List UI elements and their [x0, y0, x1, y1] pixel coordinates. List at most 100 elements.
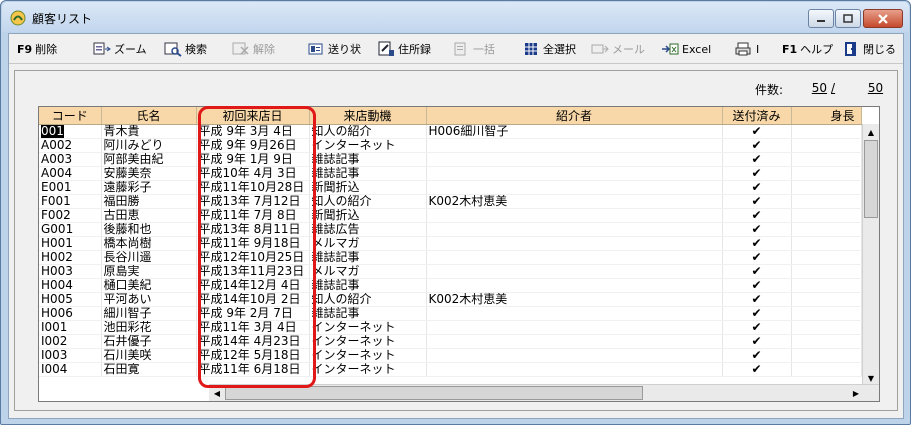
- customer-grid[interactable]: コード 氏名 初回来店日 来店動機 紹介者 送付済み 身長 001 青木貴 平成 9…: [38, 106, 880, 402]
- cell-height: [791, 320, 862, 335]
- cell-sent: ✔: [722, 334, 792, 349]
- horizontal-scrollbar[interactable]: ◀ ▶: [209, 384, 879, 401]
- cell-sent: ✔: [722, 180, 792, 195]
- table-row[interactable]: I003 石川美咲 平成12年 5月18日 インターネット ✔: [39, 348, 862, 363]
- batch-icon: [454, 42, 466, 56]
- title-bar[interactable]: 顧客リスト: [2, 2, 909, 32]
- close-window-button[interactable]: [863, 9, 903, 28]
- cell-referrer: [426, 166, 723, 181]
- table-row[interactable]: H004 樋口美紀 平成14年12月 4日 雑誌記事 ✔: [39, 278, 862, 293]
- close-form-label: 閉じる: [863, 43, 896, 56]
- search-button[interactable]: 検索: [164, 40, 207, 58]
- zoom-button[interactable]: ズーム: [93, 40, 147, 58]
- vertical-scrollbar[interactable]: ▲ ▼: [862, 124, 879, 386]
- cell-height: [791, 124, 862, 139]
- table-row[interactable]: H002 長谷川遥 平成12年10月25日 雑誌記事 ✔: [39, 250, 862, 265]
- cell-sent: ✔: [722, 124, 792, 139]
- delete-button[interactable]: F9 削除: [17, 40, 57, 58]
- excel-label: Excel: [682, 42, 712, 56]
- cell-first-visit: 平成14年12月 4日: [196, 278, 310, 293]
- column-header-code[interactable]: コード: [39, 107, 102, 125]
- cell-name: 石井優子: [101, 334, 197, 349]
- cell-visit-reason: インターネット: [309, 348, 427, 363]
- minimize-button[interactable]: [808, 9, 834, 28]
- close-form-button[interactable]: 閉じる: [842, 40, 896, 58]
- table-row[interactable]: H006 細川智子 平成 9年 2月 7日 雑誌記事 ✔: [39, 306, 862, 321]
- scroll-left-arrow-icon[interactable]: ◀: [209, 385, 225, 401]
- mail-button[interactable]: メール: [591, 40, 645, 58]
- table-row[interactable]: G001 後藤和也 平成13年 8月11日 雑誌広告 ✔: [39, 222, 862, 237]
- cell-name: 阿部美由紀: [101, 152, 197, 167]
- cell-name: 遠藤彩子: [101, 180, 197, 195]
- table-row[interactable]: F002 古田恵 平成11年 7月 8日 新聞折込 ✔: [39, 208, 862, 223]
- table-row[interactable]: 001 青木貴 平成 9年 3月 4日 知人の紹介 H006細川智子 ✔: [39, 124, 862, 139]
- cell-first-visit: 平成11年 6月18日: [196, 362, 310, 377]
- cell-code: A003: [39, 152, 102, 167]
- address-book-icon: [378, 41, 394, 56]
- cell-first-visit: 平成11年 7月 8日: [196, 208, 310, 223]
- cell-name: 原島実: [101, 264, 197, 279]
- cell-first-visit: 平成13年11月23日: [196, 264, 310, 279]
- select-all-label: 全選択: [543, 43, 576, 56]
- cell-code: A002: [39, 138, 102, 153]
- cell-name: 細川智子: [101, 306, 197, 321]
- code-text: G001: [41, 222, 74, 236]
- code-text: E001: [41, 180, 72, 194]
- select-all-button[interactable]: 全選択: [522, 40, 576, 58]
- horizontal-scroll-thumb[interactable]: [225, 386, 643, 400]
- table-row[interactable]: I001 池田彩花 平成11年 3月 4日 インターネット ✔: [39, 320, 862, 335]
- code-text: I003: [41, 348, 68, 362]
- column-header-sent[interactable]: 送付済み: [722, 107, 792, 125]
- table-row[interactable]: I004 石田寛 平成11年 6月18日 インターネット ✔: [39, 362, 862, 377]
- address-book-label: 住所録: [398, 43, 431, 56]
- column-header-first-visit[interactable]: 初回来店日: [196, 107, 310, 125]
- cell-height: [791, 250, 862, 265]
- table-row[interactable]: H003 原島実 平成13年11月23日 メルマガ ✔: [39, 264, 862, 279]
- cell-height: [791, 362, 862, 377]
- cell-height: [791, 194, 862, 209]
- cell-sent: ✔: [722, 194, 792, 209]
- table-row[interactable]: H001 橋本尚樹 平成11年 9月18日 メルマガ ✔: [39, 236, 862, 251]
- table-row[interactable]: E001 遠藤彩子 平成11年10月28日 新聞折込 ✔: [39, 180, 862, 195]
- cell-referrer: [426, 348, 723, 363]
- help-button[interactable]: F1 ヘルプ: [782, 40, 833, 58]
- cell-name: 橋本尚樹: [101, 236, 197, 251]
- cell-referrer: [426, 250, 723, 265]
- cell-name: 阿川みどり: [101, 138, 197, 153]
- address-book-button[interactable]: 住所録: [377, 40, 431, 58]
- cell-sent: ✔: [722, 306, 792, 321]
- scroll-up-arrow-icon[interactable]: ▲: [863, 124, 879, 140]
- column-header-referrer[interactable]: 紹介者: [426, 107, 723, 125]
- scroll-right-arrow-icon[interactable]: ▶: [848, 385, 864, 401]
- print-label: I: [756, 42, 760, 56]
- cell-code: F001: [39, 194, 102, 209]
- column-header-visit-reason[interactable]: 来店動機: [309, 107, 427, 125]
- code-text: H002: [41, 250, 73, 264]
- invoice-button[interactable]: 送り状: [307, 40, 361, 58]
- print-button[interactable]: I: [735, 40, 759, 58]
- table-row[interactable]: I002 石井優子 平成14年 4月23日 インターネット ✔: [39, 334, 862, 349]
- table-row[interactable]: A004 安藤美奈 平成10年 4月 3日 雑誌記事 ✔: [39, 166, 862, 181]
- cell-height: [791, 292, 862, 307]
- cell-visit-reason: 知人の紹介: [309, 124, 427, 139]
- cell-visit-reason: インターネット: [309, 138, 427, 153]
- table-row[interactable]: H005 平河あい 平成14年10月 2日 知人の紹介 K002木村恵美 ✔: [39, 292, 862, 307]
- cell-visit-reason: メルマガ: [309, 264, 427, 279]
- excel-button[interactable]: Excel: [661, 40, 711, 58]
- cell-visit-reason: 新聞折込: [309, 208, 427, 223]
- batch-button[interactable]: 一括: [452, 40, 495, 58]
- column-header-name[interactable]: 氏名: [101, 107, 197, 125]
- cell-referrer: [426, 306, 723, 321]
- maximize-button[interactable]: [835, 9, 861, 28]
- table-row[interactable]: A003 阿部美由紀 平成 9年 1月 9日 雑誌記事 ✔: [39, 152, 862, 167]
- cell-height: [791, 180, 862, 195]
- cell-name: 長谷川遥: [101, 250, 197, 265]
- table-row[interactable]: A002 阿川みどり 平成 9年 9月26日 インターネット ✔: [39, 138, 862, 153]
- clear-filter-button[interactable]: 解除: [232, 40, 275, 58]
- cell-height: [791, 278, 862, 293]
- cell-name: 安藤美奈: [101, 166, 197, 181]
- table-row[interactable]: F001 福田勝 平成13年 7月12日 知人の紹介 K002木村恵美 ✔: [39, 194, 862, 209]
- vertical-scroll-thumb[interactable]: [864, 140, 878, 218]
- column-header-height[interactable]: 身長: [791, 107, 862, 125]
- cell-code: 001: [39, 124, 102, 139]
